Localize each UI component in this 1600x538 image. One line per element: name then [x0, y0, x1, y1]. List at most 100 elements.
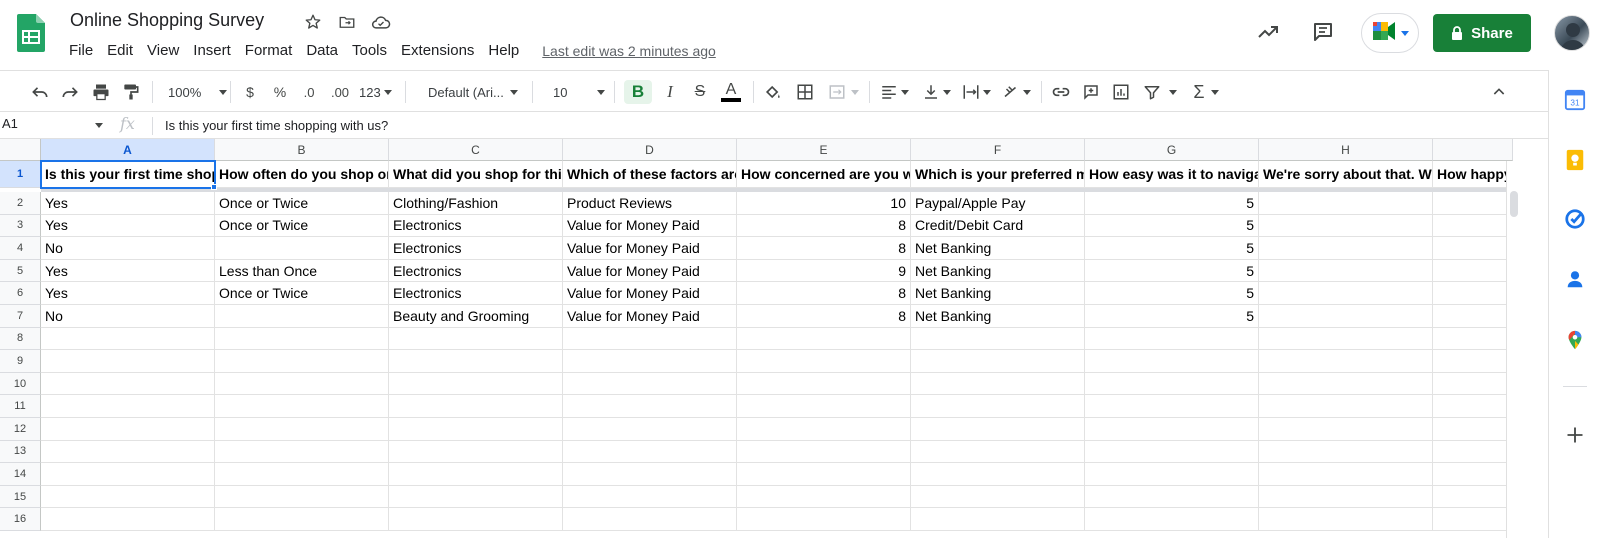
- cell[interactable]: Less than Once: [215, 259, 389, 283]
- cell[interactable]: [1259, 395, 1433, 418]
- cell[interactable]: [911, 463, 1085, 486]
- cell[interactable]: [1085, 508, 1259, 531]
- percent-format-button[interactable]: %: [271, 80, 289, 104]
- merge-cells-icon[interactable]: [825, 80, 861, 104]
- cell[interactable]: [41, 508, 215, 531]
- cell[interactable]: [41, 485, 215, 509]
- cell[interactable]: No: [41, 237, 215, 260]
- cell[interactable]: Yes: [41, 282, 215, 305]
- decrease-decimal-button[interactable]: .0: [298, 80, 320, 104]
- cell[interactable]: 5: [1085, 192, 1259, 215]
- cell[interactable]: Yes: [41, 214, 215, 238]
- maps-icon[interactable]: [1563, 328, 1587, 352]
- cell[interactable]: Value for Money Paid: [563, 305, 737, 328]
- tasks-icon[interactable]: [1563, 207, 1587, 231]
- cell[interactable]: [1085, 463, 1259, 486]
- cell[interactable]: Electronics: [389, 259, 563, 283]
- cell[interactable]: [215, 237, 389, 260]
- column-header[interactable]: D: [563, 139, 737, 161]
- cell[interactable]: [41, 395, 215, 418]
- row-header[interactable]: 3: [0, 214, 41, 238]
- cell[interactable]: Value for Money Paid: [563, 259, 737, 283]
- insert-comment-icon[interactable]: [1079, 80, 1103, 104]
- cell[interactable]: [737, 440, 911, 464]
- cell[interactable]: [1259, 327, 1433, 351]
- column-header[interactable]: [1433, 139, 1513, 161]
- cell[interactable]: Net Banking: [911, 305, 1085, 328]
- cell[interactable]: [737, 463, 911, 486]
- share-button[interactable]: Share: [1433, 14, 1531, 52]
- cell[interactable]: [911, 440, 1085, 464]
- cell[interactable]: [911, 350, 1085, 373]
- cell[interactable]: 10: [737, 192, 911, 215]
- cell[interactable]: Electronics: [389, 237, 563, 260]
- cell[interactable]: [389, 463, 563, 486]
- row-header[interactable]: 8: [0, 327, 41, 351]
- header-cell[interactable]: Which of these factors are most importan…: [563, 161, 737, 188]
- cell[interactable]: 8: [737, 305, 911, 328]
- cell[interactable]: [1433, 327, 1513, 351]
- cell[interactable]: [1259, 372, 1433, 396]
- cell[interactable]: [1433, 463, 1513, 486]
- cloud-saved-icon[interactable]: [371, 12, 391, 32]
- column-header[interactable]: A: [41, 139, 215, 161]
- menu-format[interactable]: Format: [238, 40, 300, 61]
- cell[interactable]: [1259, 485, 1433, 509]
- menu-extensions[interactable]: Extensions: [394, 40, 481, 61]
- cell[interactable]: 9: [737, 259, 911, 283]
- explore-trend-icon[interactable]: [1254, 18, 1282, 46]
- insert-chart-icon[interactable]: [1109, 80, 1133, 104]
- last-edit-link[interactable]: Last edit was 2 minutes ago: [542, 43, 716, 59]
- insert-link-icon[interactable]: [1049, 80, 1073, 104]
- increase-decimal-button[interactable]: .00: [327, 80, 353, 104]
- cell[interactable]: Value for Money Paid: [563, 214, 737, 238]
- cell[interactable]: Clothing/Fashion: [389, 192, 563, 215]
- cell[interactable]: [1259, 508, 1433, 531]
- cell[interactable]: [1085, 327, 1259, 351]
- cell[interactable]: Once or Twice: [215, 282, 389, 305]
- column-header[interactable]: F: [911, 139, 1085, 161]
- cell[interactable]: [563, 508, 737, 531]
- fill-color-icon[interactable]: [761, 80, 785, 104]
- formula-input[interactable]: Is this your first time shopping with us…: [165, 118, 388, 133]
- header-cell[interactable]: How often do you shop online?: [215, 161, 389, 188]
- cell[interactable]: [1433, 237, 1513, 260]
- cell[interactable]: [1085, 372, 1259, 396]
- cell[interactable]: [737, 350, 911, 373]
- cell[interactable]: [1259, 259, 1433, 283]
- font-family-select[interactable]: Default (Ari...: [428, 80, 524, 104]
- cell[interactable]: [215, 418, 389, 441]
- cell[interactable]: [1085, 395, 1259, 418]
- name-box[interactable]: A1: [0, 116, 104, 136]
- header-cell[interactable]: How happy: [1433, 161, 1513, 188]
- zoom-select[interactable]: 100%: [168, 80, 228, 104]
- cell[interactable]: [1085, 350, 1259, 373]
- cell[interactable]: 5: [1085, 237, 1259, 260]
- cell[interactable]: [563, 350, 737, 373]
- cell[interactable]: [389, 395, 563, 418]
- cell[interactable]: [1433, 214, 1513, 238]
- cell[interactable]: [1433, 418, 1513, 441]
- cell[interactable]: [1433, 259, 1513, 283]
- row-header[interactable]: 15: [0, 485, 41, 509]
- header-cell[interactable]: Is this your first time shopping with us…: [41, 161, 215, 188]
- row-header[interactable]: 10: [0, 372, 41, 396]
- cell[interactable]: [389, 508, 563, 531]
- row-header[interactable]: 1: [0, 161, 41, 188]
- italic-button[interactable]: I: [658, 80, 682, 104]
- cell[interactable]: Electronics: [389, 214, 563, 238]
- cell[interactable]: [215, 372, 389, 396]
- cell[interactable]: [737, 372, 911, 396]
- cell[interactable]: [389, 350, 563, 373]
- cell[interactable]: [1259, 463, 1433, 486]
- cell[interactable]: Product Reviews: [563, 192, 737, 215]
- text-wrapping-icon[interactable]: [958, 80, 994, 104]
- cell[interactable]: [1433, 192, 1513, 215]
- cell[interactable]: No: [41, 305, 215, 328]
- cell[interactable]: [215, 440, 389, 464]
- column-header[interactable]: B: [215, 139, 389, 161]
- cell[interactable]: [215, 327, 389, 351]
- sheets-logo-icon[interactable]: [17, 14, 45, 52]
- cell[interactable]: Value for Money Paid: [563, 282, 737, 305]
- row-header[interactable]: 9: [0, 350, 41, 373]
